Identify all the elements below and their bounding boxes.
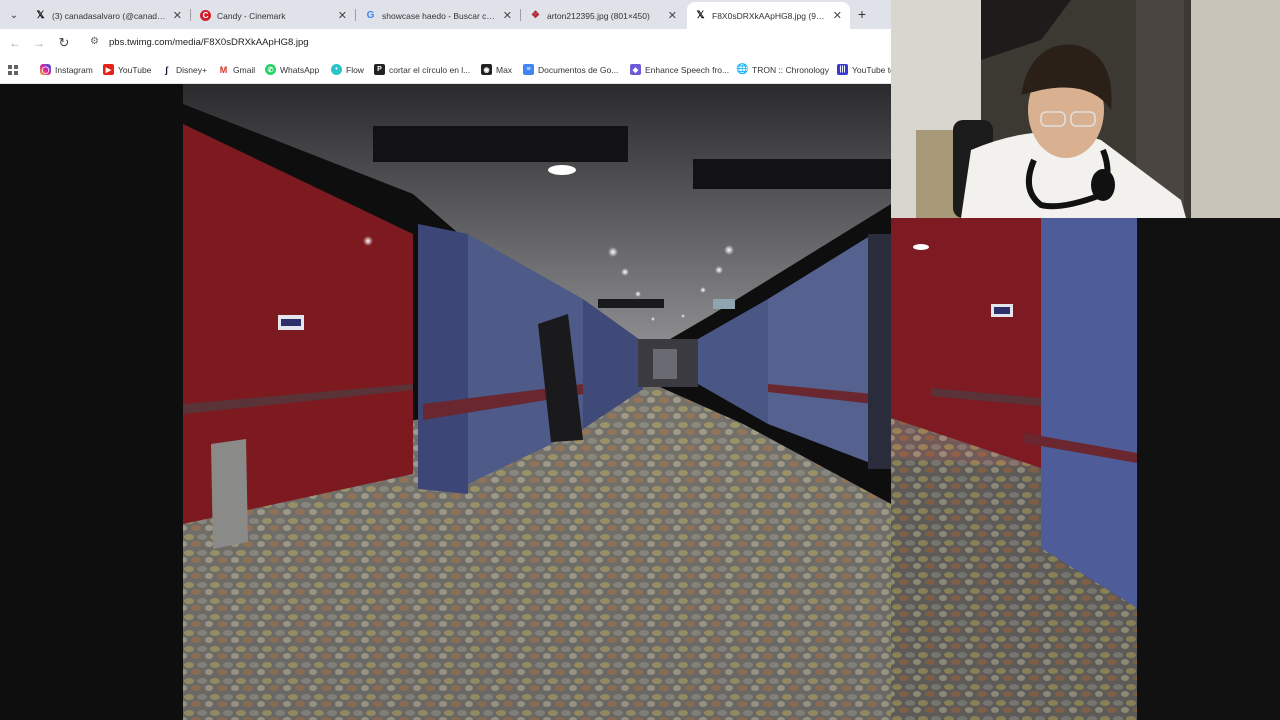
arrow-left-icon: ←	[9, 36, 21, 50]
image-viewer	[0, 84, 891, 720]
tab-divider	[355, 9, 356, 21]
new-tab-button[interactable]: +	[854, 6, 870, 22]
bars-icon: |||	[837, 64, 848, 75]
bookmark-enhance-speech[interactable]: ◆ Enhance Speech fro...	[630, 64, 729, 75]
globe-icon: 🌐	[736, 64, 749, 75]
cinemark-icon: C	[200, 10, 211, 21]
close-icon[interactable]: ✕	[173, 9, 182, 22]
tab-divider	[520, 9, 521, 21]
disney-icon: ∫	[165, 64, 168, 75]
bookmark-cortar-circulo[interactable]: P cortar el círculo en l...	[374, 64, 470, 75]
url-text: pbs.twimg.com/media/F8X0sDRXkAApHG8.jpg	[109, 37, 309, 48]
bookmarks-bar: ◯ Instagram ▶ YouTube ∫ Disney+ M Gmail …	[0, 57, 891, 84]
forward-button[interactable]: →	[30, 34, 48, 52]
cinema-hallway-photo-right-part	[891, 218, 1137, 720]
webcam-overlay	[891, 0, 1280, 218]
gmail-icon: M	[219, 64, 228, 75]
youtube-icon: ▶	[103, 64, 114, 75]
google-docs-icon: ≡	[523, 64, 534, 75]
bookmark-flow[interactable]: • Flow	[331, 64, 364, 75]
close-icon[interactable]: ✕	[668, 9, 677, 22]
enhance-icon: ◆	[630, 64, 641, 75]
bookmark-tron[interactable]: 🌐 TRON :: Chronology	[736, 64, 829, 75]
browser-window: ⌄ 𝕏 (3) canadasalvaro (@canadas_a ✕ C Ca…	[0, 0, 891, 720]
cinema-hallway-photo[interactable]	[183, 84, 891, 720]
tab-active-image[interactable]: 𝕏 F8X0sDRXkAApHG8.jpg (900× ✕	[687, 2, 850, 29]
instagram-icon: ◯	[40, 64, 51, 75]
bookmark-page-icon: P	[374, 64, 385, 75]
x-icon: 𝕏	[696, 10, 705, 21]
tab-strip: ⌄ 𝕏 (3) canadasalvaro (@canadas_a ✕ C Ca…	[0, 0, 891, 29]
tab-search-button[interactable]: ⌄	[5, 6, 23, 24]
bookmark-disney[interactable]: ∫ Disney+	[161, 64, 207, 75]
image-site-icon: ❖	[531, 10, 540, 21]
whatsapp-icon: ✆	[265, 64, 276, 75]
reload-button[interactable]: ↻	[55, 34, 73, 52]
chevron-down-icon: ⌄	[9, 9, 19, 21]
close-icon[interactable]: ✕	[503, 9, 512, 22]
x-icon: 𝕏	[36, 10, 45, 21]
tab-google-search[interactable]: G showcase haedo - Buscar con G ✕	[357, 2, 520, 29]
bookmark-youtube-to[interactable]: ||| YouTube to	[837, 64, 891, 75]
bookmark-youtube[interactable]: ▶ YouTube	[103, 64, 151, 75]
bookmark-gmail[interactable]: M Gmail	[218, 64, 255, 75]
arrow-right-icon: →	[33, 36, 45, 50]
site-settings-icon[interactable]: ⚙	[90, 36, 99, 47]
back-button[interactable]: ←	[6, 34, 24, 52]
hallway-scene-right	[891, 218, 1137, 720]
bookmark-whatsapp[interactable]: ✆ WhatsApp	[265, 64, 319, 75]
apps-grid-icon[interactable]	[8, 65, 19, 76]
tab-divider	[190, 9, 191, 21]
bookmark-instagram[interactable]: ◯ Instagram	[40, 64, 93, 75]
close-icon[interactable]: ✕	[833, 9, 842, 22]
streamer-webcam-feed	[891, 0, 1280, 218]
tab-twitter-profile[interactable]: 𝕏 (3) canadasalvaro (@canadas_a ✕	[27, 2, 190, 29]
tab-image-arton[interactable]: ❖ arton212395.jpg (801×450) ✕	[522, 2, 685, 29]
bookmark-max[interactable]: ◉ Max	[481, 64, 512, 75]
address-bar[interactable]: ⚙ pbs.twimg.com/media/F8X0sDRXkAApHG8.jp…	[84, 32, 884, 54]
flow-icon: •	[331, 64, 342, 75]
reload-icon: ↻	[58, 35, 70, 50]
max-icon: ◉	[481, 64, 492, 75]
background-fill	[1137, 218, 1280, 720]
google-icon: G	[366, 10, 375, 21]
bookmark-google-docs[interactable]: ≡ Documentos de Go...	[523, 64, 618, 75]
close-icon[interactable]: ✕	[338, 9, 347, 22]
tab-cinemark[interactable]: C Candy - Cinemark ✕	[192, 2, 355, 29]
hallway-scene	[183, 84, 891, 720]
plus-icon: +	[857, 6, 867, 22]
browser-toolbar: ← → ↻ ⚙ pbs.twimg.com/media/F8X0sDRXkAAp…	[0, 29, 891, 57]
